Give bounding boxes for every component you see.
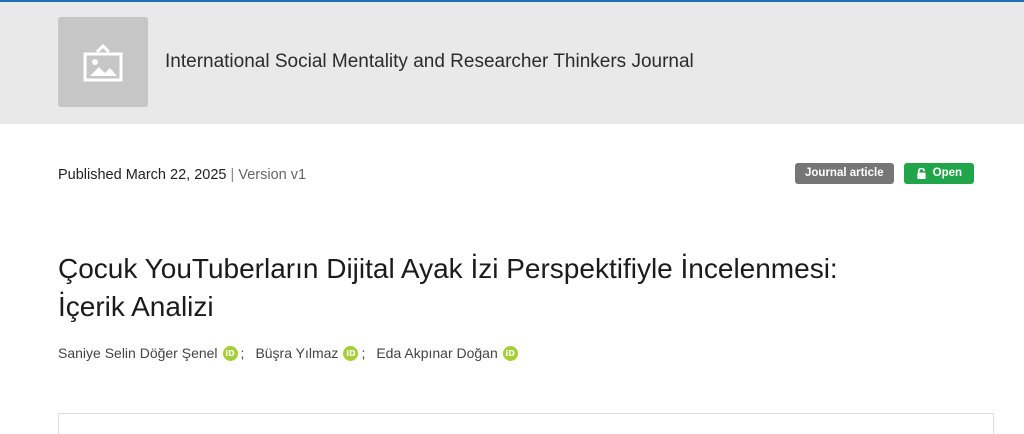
published-date: Published March 22, 2025 xyxy=(58,167,227,183)
author-name[interactable]: Saniye Selin Döğer Şenel xyxy=(58,345,218,361)
publication-info: Published March 22, 2025 | Version v1 xyxy=(58,167,306,183)
journal-title[interactable]: International Social Mentality and Resea… xyxy=(165,51,694,73)
journal-header: International Social Mentality and Resea… xyxy=(0,2,1024,124)
record-badges: Journal article Open xyxy=(795,163,975,184)
orcid-icon[interactable]: iD xyxy=(343,345,359,361)
access-badge: Open xyxy=(903,163,975,184)
resource-type-badge: Journal article xyxy=(795,163,894,184)
author-item[interactable]: Saniye Selin Döğer Şenel iD xyxy=(58,345,238,361)
version-label: Version v1 xyxy=(238,167,307,183)
unlock-icon xyxy=(917,168,926,179)
record-title-line2: İçerik Analizi xyxy=(58,291,214,322)
author-list: Saniye Selin Döğer Şenel iD ; Büşra Yılm… xyxy=(58,345,518,361)
author-item[interactable]: Büşra Yılmaz iD xyxy=(255,345,359,361)
record-title-line1: Çocuk YouTuberların Dijital Ayak İzi Per… xyxy=(58,253,838,284)
content-panel xyxy=(58,413,994,434)
author-name[interactable]: Büşra Yılmaz xyxy=(255,345,338,361)
author-item[interactable]: Eda Akpınar Doğan iD xyxy=(376,345,518,361)
author-separator: ; xyxy=(240,345,245,361)
orcid-icon[interactable]: iD xyxy=(502,345,518,361)
record-title: Çocuk YouTuberların Dijital Ayak İzi Per… xyxy=(58,250,998,326)
image-placeholder-icon xyxy=(83,43,123,82)
author-name[interactable]: Eda Akpınar Doğan xyxy=(376,345,497,361)
author-separator: ; xyxy=(361,345,366,361)
access-label: Open xyxy=(932,167,963,179)
journal-logo[interactable] xyxy=(58,17,148,107)
separator: | xyxy=(230,167,235,183)
orcid-icon[interactable]: iD xyxy=(222,345,238,361)
